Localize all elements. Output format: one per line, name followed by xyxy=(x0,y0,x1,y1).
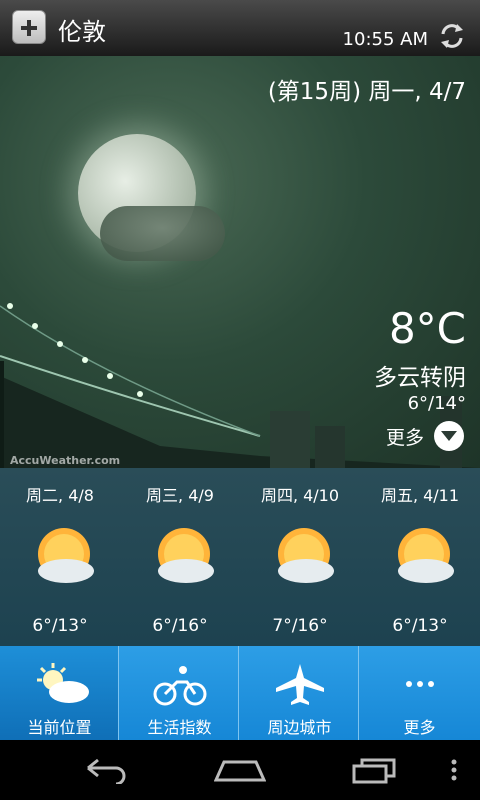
date-line: (第15周) 周一, 4/7 xyxy=(267,79,466,105)
forecast-day[interactable]: 周五, 4/11 6°/13° xyxy=(360,468,480,646)
ellipsis-icon xyxy=(406,681,434,687)
forecast-date: 周三, 4/9 xyxy=(146,486,214,505)
forecast-date: 周二, 4/8 xyxy=(26,486,94,505)
tab-life-index[interactable]: 生活指数 xyxy=(120,646,239,740)
tab-current-location[interactable]: 当前位置 xyxy=(0,646,119,740)
forecast-panel: 周二, 4/8 6°/13° 周三, 4/9 6°/16° 周四, 4/10 7… xyxy=(0,468,480,646)
tab-label: 周边城市 xyxy=(267,718,332,737)
forecast-date: 周五, 4/11 xyxy=(380,486,460,505)
refresh-icon[interactable] xyxy=(438,22,466,50)
current-temperature: 8°C xyxy=(388,304,466,353)
more-label: 更多 xyxy=(385,426,424,449)
city-name[interactable]: 伦敦 xyxy=(58,12,106,47)
back-icon[interactable] xyxy=(82,756,130,784)
partly-sunny-icon xyxy=(158,528,214,583)
forecast-date: 周四, 4/10 xyxy=(260,486,340,505)
title-bar: 伦敦 10:55 AM xyxy=(0,0,480,57)
tab-nearby-cities[interactable]: 周边城市 xyxy=(240,646,359,740)
forecast-day[interactable]: 周二, 4/8 6°/13° xyxy=(0,468,120,646)
tab-label: 生活指数 xyxy=(147,718,212,737)
update-time: 10:55 AM xyxy=(342,29,428,50)
weather-condition: 多云转阴 xyxy=(374,365,466,391)
forecast-range: 7°/16° xyxy=(272,616,328,636)
chevron-down-icon xyxy=(434,421,464,451)
system-nav-bar xyxy=(0,740,480,800)
partly-sunny-icon xyxy=(37,663,89,703)
more-button[interactable]: 更多 xyxy=(386,418,464,454)
forecast-range: 6°/13° xyxy=(392,616,448,636)
home-icon[interactable] xyxy=(214,756,266,784)
current-weather-panel: (第15周) 周一, 4/7 8°C 多云转阴 6°/14° 更多 AccuWe… xyxy=(0,56,480,468)
partly-sunny-icon xyxy=(278,528,334,583)
cloud-image xyxy=(100,206,225,261)
forecast-range: 6°/16° xyxy=(152,616,208,636)
partly-sunny-icon xyxy=(38,528,94,583)
temperature-range: 6°/14° xyxy=(407,393,466,414)
tab-label: 当前位置 xyxy=(27,718,92,737)
accuweather-logo: AccuWeather.com xyxy=(10,454,121,467)
bicycle-icon xyxy=(153,666,207,706)
tab-more[interactable]: 更多 xyxy=(360,646,479,740)
forecast-range: 6°/13° xyxy=(32,616,88,636)
forecast-day[interactable]: 周三, 4/9 6°/16° xyxy=(120,468,240,646)
overflow-menu-icon[interactable] xyxy=(448,756,460,784)
forecast-day[interactable]: 周四, 4/10 7°/16° xyxy=(240,468,360,646)
add-city-button[interactable] xyxy=(12,10,46,44)
recent-apps-icon[interactable] xyxy=(350,756,398,784)
airplane-icon xyxy=(276,664,324,705)
partly-sunny-icon xyxy=(398,528,454,583)
bottom-tab-bar: 当前位置 生活指数 周边城市 更多 xyxy=(0,646,480,740)
tab-label: 更多 xyxy=(403,718,436,737)
